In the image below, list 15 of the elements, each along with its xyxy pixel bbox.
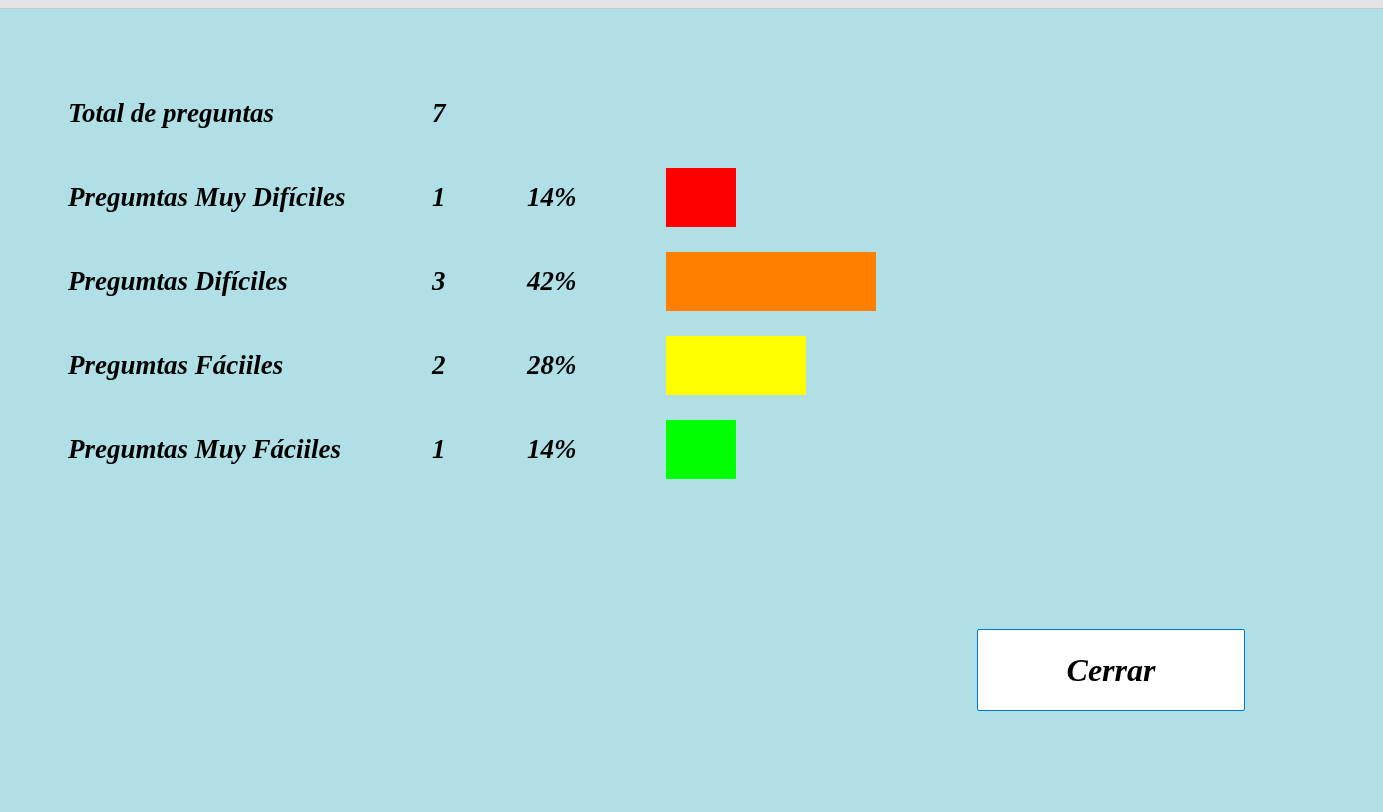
close-button[interactable]: Cerrar xyxy=(977,629,1245,711)
category-count: 1 xyxy=(432,433,447,465)
total-count: 7 xyxy=(432,97,448,129)
category-percent: 14% xyxy=(527,181,578,213)
category-count: 3 xyxy=(432,265,447,297)
total-label: Total de preguntas xyxy=(68,97,276,129)
category-percent: 42% xyxy=(527,265,578,297)
category-percent: 28% xyxy=(527,349,578,381)
category-label: Pregumtas Muy Fáciiles xyxy=(68,433,342,465)
category-count: 1 xyxy=(432,181,447,213)
category-count: 2 xyxy=(432,349,447,381)
category-label: Pregumtas Fáciiles xyxy=(68,349,285,381)
category-label: Pregumtas Difíciles xyxy=(68,265,289,297)
category-percent: 14% xyxy=(527,433,578,465)
category-label: Pregumtas Muy Difíciles xyxy=(68,181,347,213)
